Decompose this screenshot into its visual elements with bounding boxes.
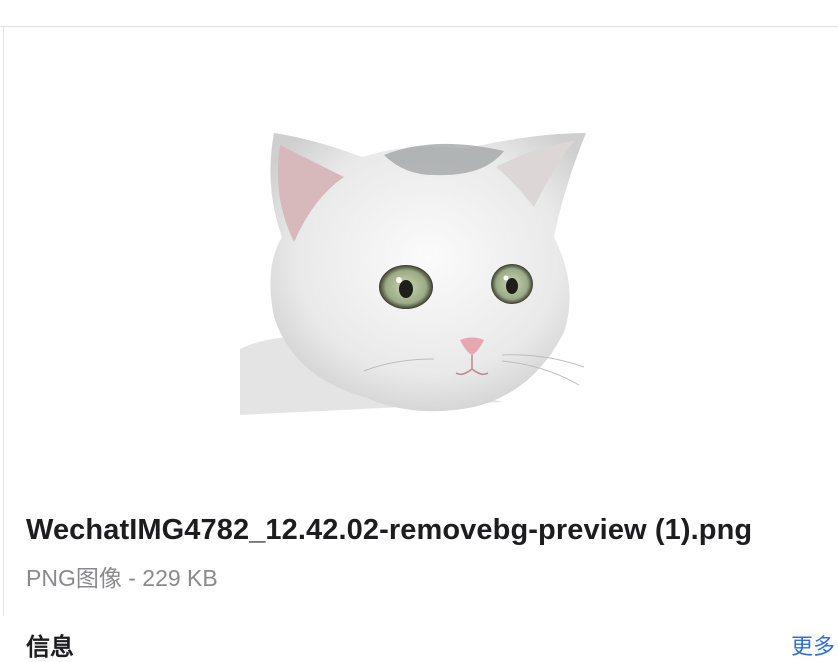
show-more-link[interactable]: 更多	[791, 629, 835, 661]
info-section-heading: 信息	[26, 634, 74, 661]
cat-image	[240, 133, 586, 415]
top-toolbar-area	[0, 0, 838, 27]
file-preview-panel: WechatIMG4782_12.42.02-removebg-preview …	[3, 27, 838, 661]
file-name: WechatIMG4782_12.42.02-removebg-preview …	[26, 514, 753, 546]
file-type-size: PNG图像 - 229 KB	[26, 565, 218, 591]
image-preview	[234, 127, 594, 419]
